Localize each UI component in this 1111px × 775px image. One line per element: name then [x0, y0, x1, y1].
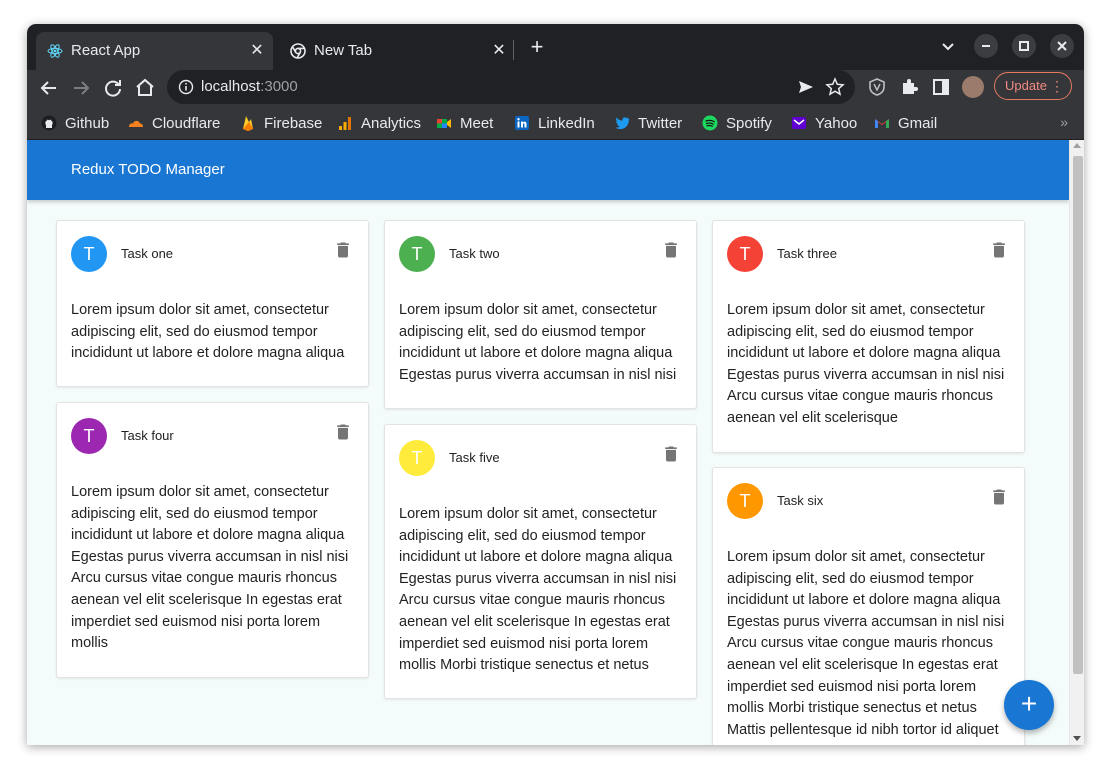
task-card-six: T Task six Lorem ipsum dolor sit amet, c… — [712, 467, 1025, 745]
page-viewport: Redux TODO Manager T Task one Lorem ipsu… — [27, 140, 1069, 745]
profile-avatar[interactable] — [962, 76, 984, 98]
bookmarks-more-icon[interactable]: » — [1060, 114, 1068, 130]
address-bar[interactable]: localhost:3000 — [167, 70, 855, 104]
trash-icon[interactable] — [661, 240, 681, 260]
browser-window: React App ✕ New Tab ✕ + localhost:3000 U… — [27, 24, 1084, 745]
bookmark-twitter[interactable]: Twitter — [614, 113, 682, 133]
firebase-icon — [243, 116, 253, 131]
forward-arrow-icon[interactable] — [69, 76, 93, 100]
task-card-one: T Task one Lorem ipsum dolor sit amet, c… — [56, 220, 369, 387]
task-title: Task three — [777, 246, 837, 261]
close-icon — [1057, 41, 1067, 51]
tab-strip: React App ✕ New Tab ✕ + — [27, 24, 1084, 70]
gmail-icon — [875, 119, 889, 128]
browser-toolbar: localhost:3000 Update ⋮ — [27, 70, 1084, 106]
close-window-button[interactable] — [1050, 34, 1074, 58]
avatar: T — [727, 236, 763, 272]
task-title: Task four — [121, 428, 174, 443]
star-icon[interactable] — [825, 77, 845, 97]
yahoo-icon — [792, 117, 806, 129]
bookmark-yahoo[interactable]: Yahoo — [791, 113, 857, 133]
scrollbar-thumb[interactable] — [1073, 156, 1083, 674]
task-card-three: T Task three Lorem ipsum dolor sit amet,… — [712, 220, 1025, 453]
linkedin-icon — [515, 116, 529, 130]
side-panel-icon[interactable] — [931, 77, 951, 97]
trash-icon[interactable] — [333, 240, 353, 260]
avatar: T — [727, 483, 763, 519]
minimize-icon — [982, 45, 990, 47]
task-card-two: T Task two Lorem ipsum dolor sit amet, c… — [384, 220, 697, 409]
bookmark-linkedin[interactable]: LinkedIn — [514, 113, 595, 133]
avatar: T — [399, 440, 435, 476]
menu-icon[interactable]: ⋮ — [1050, 73, 1064, 99]
bookmarks-bar: Github Cloudflare Firebase Analytics Mee… — [27, 106, 1084, 140]
analytics-icon — [339, 117, 351, 130]
scroll-down-icon[interactable] — [1073, 736, 1081, 741]
add-task-button[interactable]: + — [1004, 680, 1054, 730]
task-description: Lorem ipsum dolor sit amet, consectetur … — [71, 302, 345, 362]
info-icon[interactable] — [178, 79, 194, 95]
task-title: Task six — [777, 493, 824, 508]
url-text: localhost:3000 — [201, 78, 298, 95]
task-description: Lorem ipsum dolor sit amet, consectetur … — [399, 302, 677, 383]
minimize-button[interactable] — [974, 34, 998, 58]
app-bar: Redux TODO Manager — [27, 140, 1069, 200]
task-card-five: T Task five Lorem ipsum dolor sit amet, … — [384, 424, 697, 699]
tab-react-app[interactable]: React App ✕ — [36, 32, 273, 70]
trash-icon[interactable] — [661, 444, 681, 464]
back-arrow-icon[interactable] — [37, 76, 61, 100]
task-description: Lorem ipsum dolor sit amet, consectetur … — [727, 302, 1005, 426]
bookmark-gmail[interactable]: Gmail — [874, 113, 937, 133]
reload-icon[interactable] — [101, 76, 125, 100]
page-scrollbar[interactable] — [1069, 140, 1084, 745]
trash-icon[interactable] — [333, 422, 353, 442]
github-icon — [41, 115, 57, 131]
twitter-icon — [615, 117, 630, 130]
tab-separator — [513, 40, 514, 60]
avatar: T — [399, 236, 435, 272]
close-icon[interactable]: ✕ — [489, 41, 509, 61]
trash-icon[interactable] — [989, 240, 1009, 260]
extensions-icon[interactable] — [899, 77, 919, 97]
bookmark-analytics[interactable]: Analytics — [337, 113, 421, 133]
trash-icon[interactable] — [989, 487, 1009, 507]
bookmark-cloudflare[interactable]: Cloudflare — [128, 113, 220, 133]
bookmark-firebase[interactable]: Firebase — [240, 113, 322, 133]
maximize-icon — [1019, 41, 1029, 51]
task-description: Lorem ipsum dolor sit amet, consectetur … — [727, 549, 1005, 738]
new-tab-button[interactable]: + — [525, 36, 549, 60]
close-icon[interactable]: ✕ — [247, 41, 267, 61]
send-icon[interactable] — [797, 78, 815, 96]
task-title: Task two — [449, 246, 500, 261]
task-description: Lorem ipsum dolor sit amet, consectetur … — [399, 506, 677, 674]
tab-title: New Tab — [314, 42, 373, 59]
cloudflare-icon — [129, 120, 143, 127]
tab-title: React App — [71, 42, 141, 59]
task-title: Task five — [449, 450, 500, 465]
meet-icon — [437, 119, 451, 128]
maximize-button[interactable] — [1012, 34, 1036, 58]
avatar: T — [71, 236, 107, 272]
app-title: Redux TODO Manager — [71, 161, 225, 178]
react-icon — [47, 44, 63, 58]
update-label: Update — [1005, 78, 1047, 93]
tab-search-icon[interactable] — [936, 34, 960, 58]
task-card-four: T Task four Lorem ipsum dolor sit amet, … — [56, 402, 369, 678]
bookmark-meet[interactable]: Meet — [436, 113, 493, 133]
shield-icon[interactable] — [867, 77, 887, 97]
task-title: Task one — [121, 246, 174, 261]
tab-new-tab[interactable]: New Tab ✕ — [279, 32, 515, 70]
home-icon[interactable] — [133, 76, 157, 100]
update-button[interactable]: Update ⋮ — [994, 72, 1072, 100]
spotify-icon — [702, 115, 718, 131]
avatar: T — [71, 418, 107, 454]
scroll-up-icon[interactable] — [1073, 143, 1081, 148]
chrome-icon — [290, 43, 306, 59]
bookmark-spotify[interactable]: Spotify — [702, 113, 772, 133]
task-description: Lorem ipsum dolor sit amet, consectetur … — [71, 484, 349, 652]
bookmark-github[interactable]: Github — [41, 113, 109, 133]
